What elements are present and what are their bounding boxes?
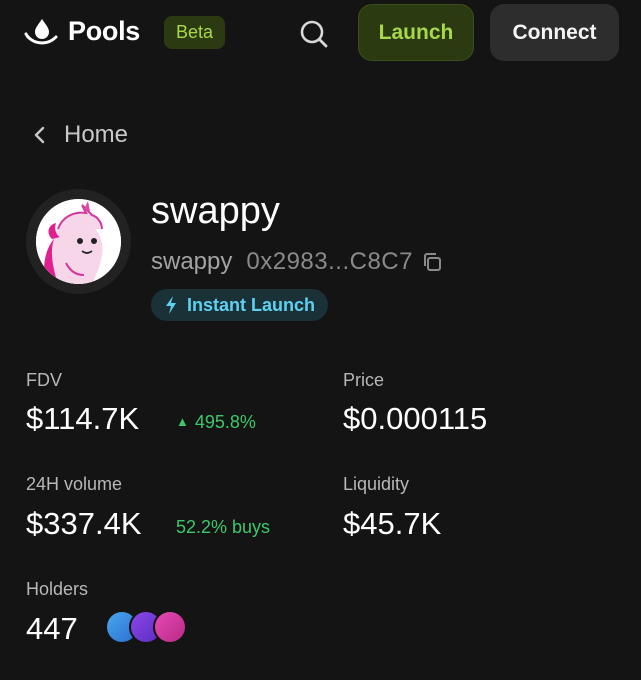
volume-value: $337.4K <box>26 506 142 541</box>
holder-avatars[interactable] <box>105 610 189 646</box>
holders-label: Holders <box>26 579 89 599</box>
top-bar: Pools Beta Launch Connect <box>0 0 641 66</box>
connect-button[interactable]: Connect <box>490 4 619 61</box>
holder-avatar <box>153 610 187 644</box>
liquidity-label: Liquidity <box>343 474 410 494</box>
token-symbol: swappy <box>151 248 233 275</box>
copy-icon[interactable] <box>421 251 443 273</box>
fdv-change: ▲ 495.8% <box>176 412 256 433</box>
instant-launch-badge: Instant Launch <box>151 289 329 321</box>
price-value: $0.000115 <box>343 401 488 436</box>
token-name: swappy <box>151 190 280 232</box>
triangle-up-icon: ▲ <box>176 414 189 429</box>
token-page: Pools Beta Launch Connect Home swappy sw… <box>0 0 641 680</box>
fdv-change-value: 495.8% <box>194 412 256 432</box>
unicorn-avatar <box>36 199 121 284</box>
token-identifiers: swappy 0x2983...C8C7 <box>151 248 443 276</box>
breadcrumb-home[interactable]: Home <box>32 120 128 150</box>
chevron-left-icon <box>34 126 45 144</box>
fdv-value: $114.7K <box>26 401 140 436</box>
price-label: Price <box>343 370 385 390</box>
lightning-bolt-icon <box>166 296 176 314</box>
liquidity-value: $45.7K <box>343 506 442 541</box>
holders-value: 447 <box>26 611 78 646</box>
beta-badge: Beta <box>164 16 226 49</box>
token-avatar <box>26 189 131 294</box>
token-address[interactable]: 0x2983...C8C7 <box>246 248 413 276</box>
instant-launch-label: Instant Launch <box>187 294 316 315</box>
drop-on-hand-icon <box>24 18 58 45</box>
fdv-label: FDV <box>26 370 62 390</box>
breadcrumb-label: Home <box>64 121 129 148</box>
launch-button[interactable]: Launch <box>358 4 474 61</box>
logo-text: Pools <box>68 16 141 46</box>
volume-label: 24H volume <box>26 474 123 494</box>
pools-logo[interactable]: Pools <box>24 16 140 47</box>
volume-buys: 52.2% buys <box>176 517 271 537</box>
search-icon[interactable] <box>298 18 330 50</box>
